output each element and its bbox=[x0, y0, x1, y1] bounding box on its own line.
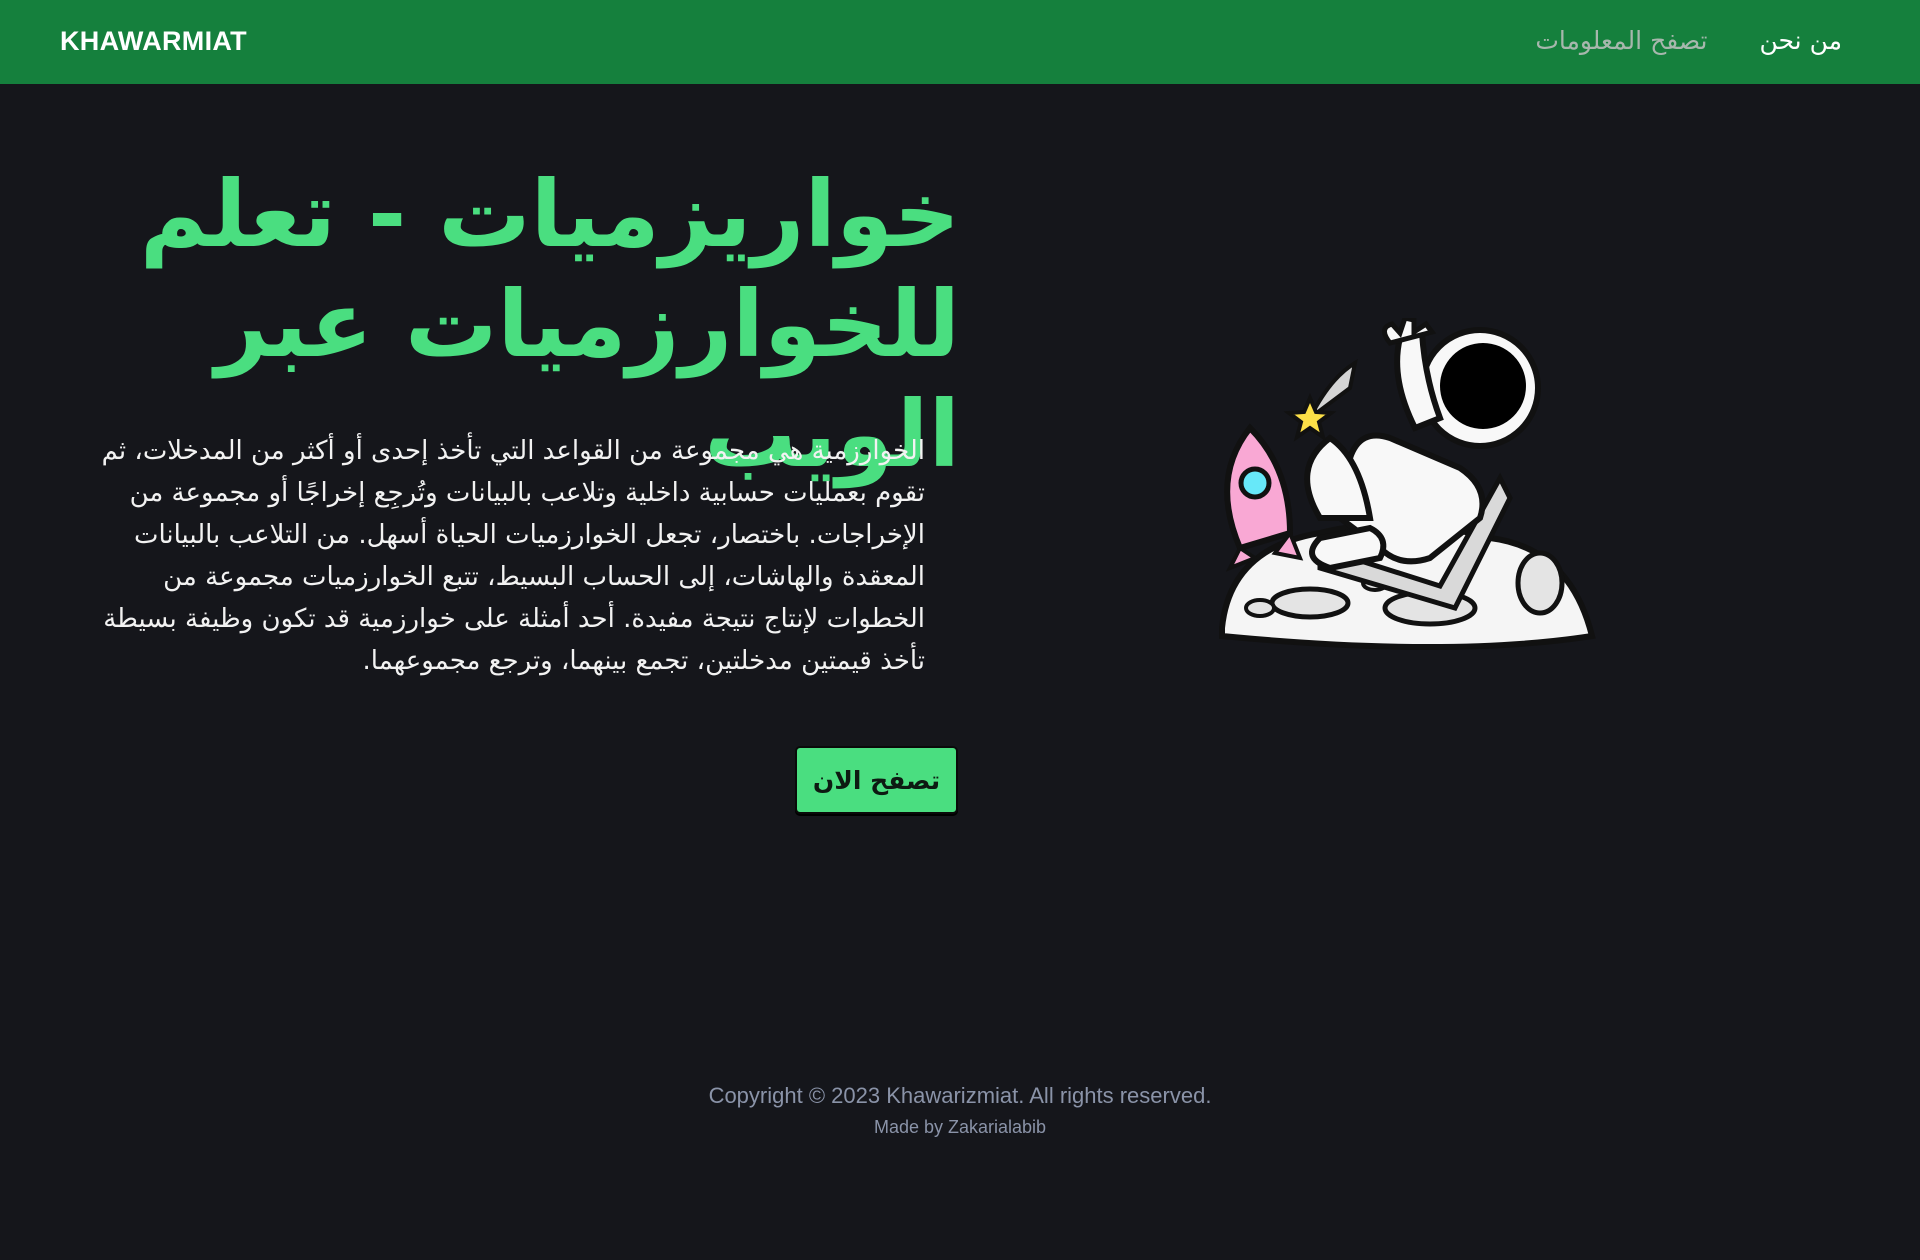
browse-now-button[interactable]: تصفح الان bbox=[795, 746, 958, 814]
nav-links: من نحن تصفح المعلومات bbox=[1535, 26, 1842, 55]
brand-logo[interactable]: KHAWARMIAT bbox=[60, 26, 247, 57]
top-navbar: KHAWARMIAT من نحن تصفح المعلومات bbox=[0, 0, 1920, 84]
hero-description: الخوارزمية هي مجموعة من القواعد التي تأخ… bbox=[101, 436, 925, 676]
nav-link-about[interactable]: من نحن bbox=[1760, 26, 1843, 55]
astronaut-illustration bbox=[1219, 318, 1596, 650]
made-by-text: Made by Zakarialabib bbox=[873, 1117, 1047, 1137]
footer: Copyright © 2023 Khawarizmiat. All right… bbox=[0, 1080, 1920, 1140]
hero-title-line-1: خواريزميات - تعلم bbox=[139, 161, 960, 268]
copyright-text: Copyright © 2023 Khawarizmiat. All right… bbox=[708, 1083, 1212, 1108]
nav-link-browse[interactable]: تصفح المعلومات bbox=[1535, 26, 1707, 55]
